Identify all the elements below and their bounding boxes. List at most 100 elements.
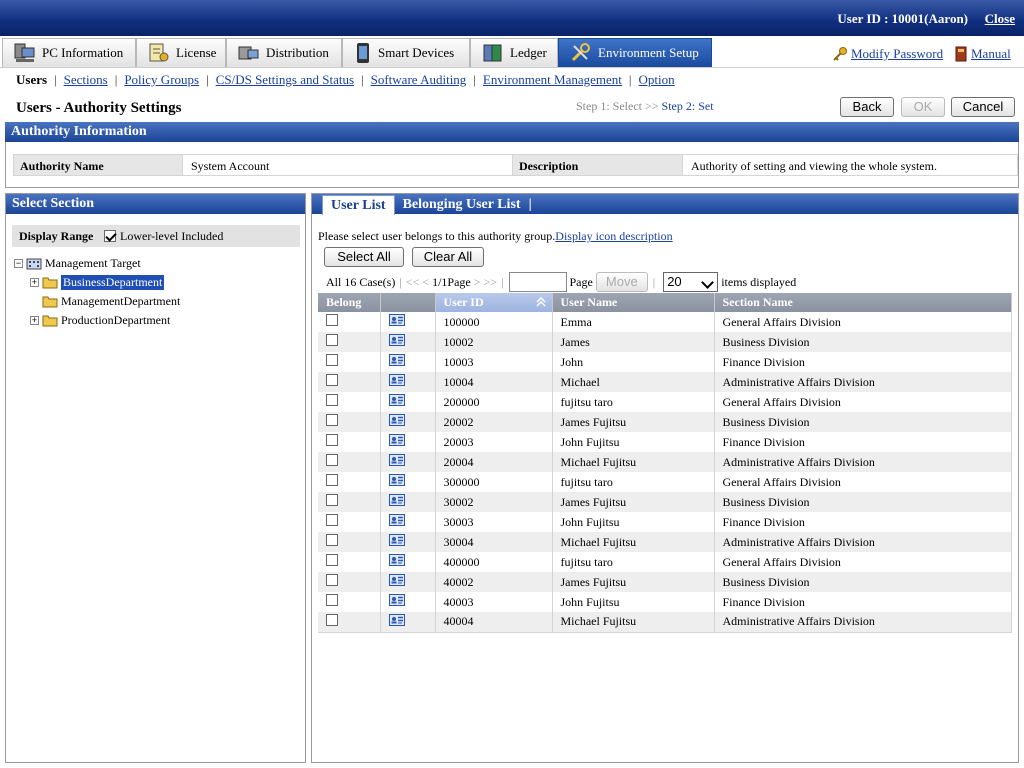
belong-checkbox[interactable] — [326, 514, 338, 526]
section-name-cell: General Affairs Division — [714, 392, 1012, 412]
items-displayed-label: items displayed — [721, 274, 797, 289]
belong-checkbox[interactable] — [326, 434, 338, 446]
collapse-icon[interactable]: − — [14, 258, 23, 268]
cancel-button[interactable]: Cancel — [951, 97, 1015, 117]
key-icon — [833, 47, 847, 61]
table-row: 20004 Michael Fujitsu Administrative Affai… — [318, 452, 1012, 472]
belong-checkbox[interactable] — [326, 554, 338, 566]
subnav-environment-management[interactable]: Environment Management — [477, 72, 628, 88]
user-icon-cell — [380, 352, 436, 372]
user-card-icon — [388, 374, 405, 386]
user-name-cell: James Fujitsu — [552, 492, 715, 512]
building-icon — [26, 258, 42, 270]
user-icon-cell — [380, 592, 436, 612]
user-card-icon — [388, 613, 405, 626]
tab-license[interactable]: License — [136, 38, 226, 67]
belong-checkbox[interactable] — [326, 454, 338, 466]
page-info: 1/1Page — [432, 274, 471, 289]
belong-checkbox[interactable] — [326, 534, 338, 546]
tree-node-business[interactable]: + BusinessDepartment — [30, 273, 165, 291]
subnav-option[interactable]: Option — [633, 72, 681, 88]
display-range-label: Display Range — [19, 228, 94, 243]
user-icon-cell — [380, 332, 436, 352]
icon-description-link[interactable]: Display icon description — [555, 229, 672, 243]
manual-link[interactable]: Manual — [954, 46, 1011, 62]
subnav-cs-ds-settings[interactable]: CS/DS Settings and Status — [210, 72, 360, 88]
user-name-cell: fujitsu taro — [552, 552, 715, 572]
folder-icon — [42, 277, 58, 289]
page-title: Users - Authority Settings — [16, 100, 182, 116]
tab-pc-information[interactable]: PC Information — [2, 38, 136, 67]
tab-smart-devices[interactable]: Smart Devices — [342, 38, 470, 67]
modify-password-link[interactable]: Modify Password — [832, 46, 943, 62]
select-all-button[interactable]: Select All — [324, 247, 404, 267]
user-card-icon — [388, 334, 405, 346]
user-id-cell: 40003 — [435, 592, 553, 612]
belong-checkbox[interactable] — [326, 474, 338, 486]
close-link[interactable]: Close — [985, 11, 1015, 27]
tab-label: License — [176, 45, 217, 60]
move-button[interactable]: Move — [595, 272, 648, 292]
table-row: 30002 James Fujitsu Business Division — [318, 492, 1012, 512]
tab-distribution[interactable]: Distribution — [226, 38, 342, 67]
user-card-icon — [388, 574, 405, 586]
tab-belonging-user-list[interactable]: Belonging User List — [395, 195, 529, 215]
expand-icon[interactable]: + — [30, 277, 39, 287]
belong-checkbox[interactable] — [326, 613, 338, 626]
user-name-cell: John — [552, 352, 715, 372]
tree-root-label: Management Target — [45, 255, 141, 270]
belong-checkbox[interactable] — [326, 394, 338, 406]
belong-checkbox[interactable] — [326, 594, 338, 606]
belong-checkbox[interactable] — [326, 574, 338, 586]
belong-checkbox[interactable] — [326, 374, 338, 386]
user-icon-cell — [380, 532, 436, 552]
clear-all-button[interactable]: Clear All — [412, 247, 484, 267]
authority-row: Authority Name System Account Descriptio… — [13, 154, 1018, 176]
user-icon-cell — [380, 432, 436, 452]
authority-name-label: Authority Name — [13, 154, 183, 176]
table-row: 20002 James Fujitsu Business Division — [318, 412, 1012, 432]
tree-node-production[interactable]: + ProductionDepartment — [30, 311, 170, 329]
belong-cell — [318, 332, 381, 352]
belong-checkbox[interactable] — [326, 354, 338, 366]
belong-checkbox[interactable] — [326, 334, 338, 346]
section-name-cell: Finance Division — [714, 592, 1012, 612]
tree-node-management[interactable]: ManagementDepartment — [30, 292, 180, 310]
table-row: 40003 John Fujitsu Finance Division — [318, 592, 1012, 612]
back-button[interactable]: Back — [840, 97, 894, 117]
items-per-page-select[interactable]: 20 — [663, 272, 719, 292]
pagination-bar: All 16 Case(s) | << < 1/1Page > >> | Pag… — [326, 271, 796, 293]
user-id-cell: 20004 — [435, 452, 553, 472]
tab-environment-setup[interactable]: Environment Setup — [558, 38, 712, 67]
prev-page-link[interactable]: < — [422, 275, 429, 290]
tree-root[interactable]: − Management Target — [14, 254, 141, 272]
tab-label: Environment Setup — [598, 45, 699, 60]
user-id-cell: 100000 — [435, 312, 553, 332]
belong-checkbox[interactable] — [326, 414, 338, 426]
belong-cell — [318, 372, 381, 392]
sub-navigation: Users | Sections | Policy Groups | CS/DS Se… — [0, 68, 1024, 92]
expand-icon[interactable]: + — [30, 315, 39, 325]
next-page-link[interactable]: > — [474, 275, 481, 290]
lower-level-checkbox[interactable] — [104, 230, 116, 242]
col-user-name[interactable]: User Name — [552, 293, 715, 312]
subnav-policy-groups[interactable]: Policy Groups — [118, 72, 205, 88]
tab-ledger[interactable]: Ledger — [470, 38, 558, 67]
belong-checkbox[interactable] — [326, 314, 338, 326]
user-icon-cell — [380, 492, 436, 512]
first-page-link[interactable]: << — [406, 275, 420, 290]
user-table: Belong User ID User Name Section Name 10… — [318, 293, 1012, 633]
col-belong[interactable]: Belong — [318, 293, 381, 312]
select-section-panel: Select Section Display Range Lower-level… — [5, 193, 306, 763]
belong-cell — [318, 532, 381, 552]
belong-checkbox[interactable] — [326, 494, 338, 506]
ok-button[interactable]: OK — [901, 97, 945, 117]
tab-user-list[interactable]: User List — [322, 195, 395, 215]
last-page-link[interactable]: >> — [484, 275, 498, 290]
col-user-id[interactable]: User ID — [435, 293, 553, 312]
subnav-software-auditing[interactable]: Software Auditing — [365, 72, 473, 88]
col-section-name[interactable]: Section Name — [714, 293, 1012, 312]
subnav-sections[interactable]: Sections — [58, 72, 114, 88]
page-number-input[interactable] — [509, 272, 568, 292]
folder-icon — [42, 315, 58, 327]
